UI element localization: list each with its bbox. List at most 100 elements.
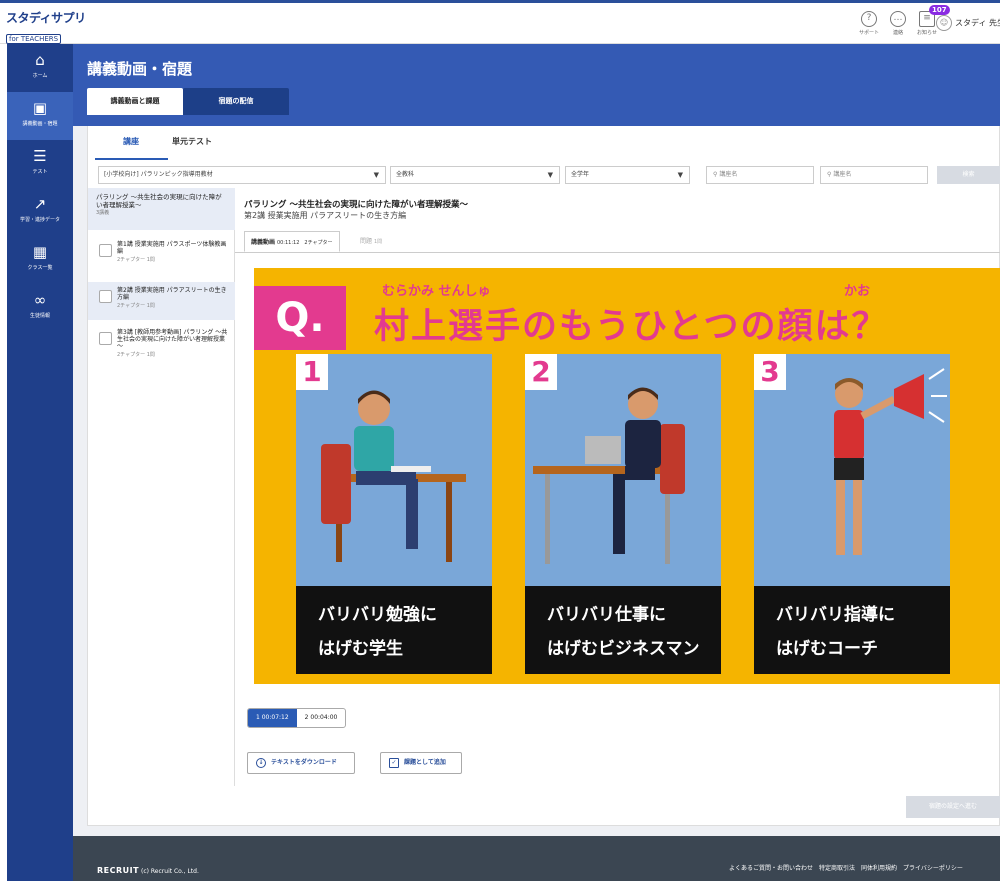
lecture-meta: 2チャプター 1問: [117, 257, 155, 263]
grade-select-value: 全学年: [571, 171, 590, 178]
search-placeholder: 講座名: [719, 171, 738, 178]
sidebar-item-videos[interactable]: ▣ 講義動画・宿題: [7, 92, 73, 140]
lecture-title: 第3講 [教師用参考動画] パラリング ～共生社会の実現に向けた障がい者理解授業…: [117, 329, 228, 350]
lecture-meta: 2チャプター 1問: [117, 303, 155, 309]
add-task-button[interactable]: ✓ 課題として追加: [380, 752, 462, 774]
sidebar-item-home[interactable]: ⌂ ホーム: [7, 44, 73, 92]
sidebar-item-classes[interactable]: ▦ クラス一覧: [7, 236, 73, 284]
lecture-subtitle: 第2講 授業実施用 パラアスリートの生き方編: [244, 211, 407, 220]
sidebar-item-label: クラス一覧: [27, 265, 53, 271]
choice-caption: バリバリ仕事に はげむビジネスマン: [525, 586, 721, 674]
lecture-checkbox[interactable]: [99, 290, 112, 303]
footer-logo: RECRUIT (c) Recruit Co., Ltd.: [97, 866, 199, 875]
question-text: 村上選手のもうひとつの顔は？: [374, 307, 889, 347]
lecture-item-2[interactable]: 第2講 授業実施用 パラアスリートの生き方編 2チャプター 1問: [88, 282, 235, 320]
ruby-text: むらかみ せんしゅ: [382, 284, 491, 299]
caption-line: はげむ学生: [318, 639, 403, 659]
footer-brand: RECRUIT: [97, 866, 140, 875]
lecture-checkbox[interactable]: [99, 332, 112, 345]
tab-homework-delivery[interactable]: 宿題の配信: [183, 88, 289, 115]
tab-meta: 1問: [373, 239, 383, 245]
footer-copyright: (c) Recruit Co., Ltd.: [141, 868, 199, 875]
footer-links[interactable]: よくあるご質問・お問い合わせ 特定商取引法 同体利用規約 プライバシーポリシー: [729, 863, 963, 872]
sidebar-item-label: 生徒情報: [29, 313, 50, 319]
logo-sub: for TEACHERS: [6, 34, 62, 44]
choice-card-2: 2 バリバリ仕事に はげむビジネスマン: [525, 354, 721, 674]
choice-card-3: 3 バリバリ指導に はげむコーチ: [754, 354, 950, 674]
tab-label: 問題: [360, 238, 373, 245]
user-menu[interactable]: ☺ スタディ 先生: [936, 15, 1000, 31]
chapter-button-2[interactable]: 2 00:04:00: [297, 709, 346, 727]
lecture-title: 第1講 授業実施用 パラスポーツ体験教画編: [117, 241, 227, 255]
course-meta: 3講義: [96, 210, 110, 216]
students-icon: ∞: [33, 291, 47, 309]
app-logo[interactable]: スタディサプリ for TEACHERS: [6, 9, 86, 45]
course-title: パラリング ～共生社会の実現に向けた障がい者理解授業～: [96, 193, 222, 209]
chevron-down-icon: ▼: [547, 171, 553, 179]
tab-questions[interactable]: 問題 1問: [354, 231, 388, 252]
chevron-down-icon: ▼: [677, 171, 683, 179]
question-label: Q.: [254, 286, 346, 350]
lecture-item-1[interactable]: 第1講 授業実施用 パラスポーツ体験教画編 2チャプター 1問: [88, 236, 235, 280]
lecture-checkbox[interactable]: [99, 244, 112, 257]
sidebar-item-label: 学習・進捗データ: [19, 217, 60, 223]
user-name: スタディ 先生: [955, 18, 1000, 28]
sidebar-item-progress[interactable]: ↗ 学習・進捗データ: [7, 188, 73, 236]
search-input-1[interactable]: ⚲ 講座名: [706, 166, 814, 184]
tab-lecture-video[interactable]: 講義動画 00:11:12 2チャプター: [244, 231, 340, 252]
chat-icon: …: [890, 11, 906, 27]
search-icon: ⚲: [827, 171, 832, 178]
subject-select[interactable]: 全教科 ▼: [390, 166, 560, 184]
download-label: テキストをダウンロード: [271, 759, 337, 766]
lecture-course-title: パラリング ～共生社会の実現に向けた障がい者理解授業～: [244, 200, 468, 210]
tab-meta: 00:11:12 2チャプター: [276, 240, 333, 246]
choice-number: 2: [525, 354, 557, 390]
choice-caption: バリバリ指導に はげむコーチ: [754, 586, 950, 674]
add-task-icon: ✓: [389, 758, 399, 768]
tab-divider: [235, 252, 1000, 253]
page-header: 講義動画・宿題 講義動画と課題 宿題の配信: [73, 44, 1000, 126]
video-player[interactable]: むらかみ せんしゅ かお Q. 村上選手のもうひとつの顔は？ 1 バリバリ勉強に…: [254, 268, 1000, 684]
subtab-unit-test[interactable]: 単元テスト: [172, 136, 212, 147]
lecture-title: 第2講 授業実施用 パラアスリートの生き方編: [117, 287, 227, 301]
home-icon: ⌂: [35, 51, 45, 69]
chapter-button-1[interactable]: 1 00:07:12: [248, 709, 297, 727]
chart-icon: ↗: [33, 195, 47, 213]
logo-text: スタディサプリ: [6, 11, 86, 25]
choice-caption: バリバリ勉強に はげむ学生: [296, 586, 492, 674]
search-button[interactable]: 検索: [937, 166, 1000, 184]
course-select[interactable]: [小学校向け] パラリンピック指導用教材 ▼: [98, 166, 386, 184]
subtab-course[interactable]: 講座: [123, 136, 139, 147]
search-icon: ⚲: [713, 171, 718, 178]
contact-label: 連絡: [892, 30, 903, 36]
lecture-meta: 2チャプター 1問: [117, 352, 155, 358]
tab-label: 講義動画: [251, 239, 276, 246]
tab-videos-tasks[interactable]: 講義動画と課題: [87, 88, 183, 115]
caption-line: バリバリ勉強に: [318, 605, 437, 625]
download-icon: ↓: [256, 758, 266, 768]
lecture-item-3[interactable]: 第3講 [教師用参考動画] パラリング ～共生社会の実現に向けた障がい者理解授業…: [88, 324, 235, 370]
search-input-2[interactable]: ⚲ 講座名: [820, 166, 928, 184]
grade-select[interactable]: 全学年 ▼: [565, 166, 690, 184]
test-icon: ☰: [33, 147, 47, 165]
page-title: 講義動画・宿題: [87, 60, 193, 78]
caption-line: はげむコーチ: [776, 639, 878, 659]
choice-number: 3: [754, 354, 786, 390]
caption-line: はげむビジネスマン: [547, 639, 700, 659]
course-header[interactable]: パラリング ～共生社会の実現に向けた障がい者理解授業～ 3講義: [88, 188, 235, 230]
download-text-button[interactable]: ↓ テキストをダウンロード: [247, 752, 355, 774]
choice-card-1: 1 バリバリ勉強に はげむ学生: [296, 354, 492, 674]
sidebar-item-label: 講義動画・宿題: [22, 121, 58, 127]
video-icon: ▣: [32, 99, 48, 117]
sidebar-item-test[interactable]: ☰ テスト: [7, 140, 73, 188]
assign-homework-button[interactable]: 宿題の設定へ進む: [906, 796, 1000, 818]
top-bar: スタディサプリ for TEACHERS ? サポート … 連絡 ≡ 107 お…: [0, 0, 1000, 44]
notice-label: お知らせ: [917, 30, 937, 36]
support-label: サポート: [858, 30, 879, 36]
add-task-label: 課題として追加: [404, 759, 446, 766]
class-icon: ▦: [32, 243, 48, 261]
chapter-selector: 1 00:07:12 2 00:04:00: [247, 708, 347, 728]
course-select-value: [小学校向け] パラリンピック指導用教材: [104, 171, 213, 178]
sidebar-item-students[interactable]: ∞ 生徒情報: [7, 284, 73, 332]
active-tab-indicator: [95, 158, 168, 160]
